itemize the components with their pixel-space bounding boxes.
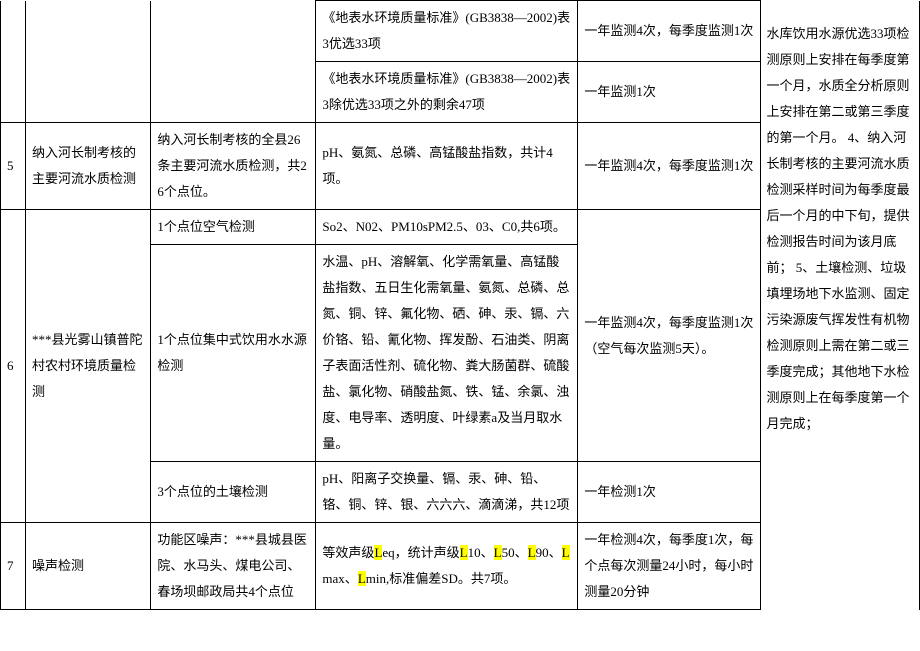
cell-name: 纳入河长制考核的主要河流水质检测 [26,123,151,210]
cell-num [1,1,26,62]
cell-items: So2、N02、PM10sPM2.5、03、C0,共6项。 [316,210,578,245]
monitoring-table: 《地表水环境质量标准》(GB3838—2002)表3优选33项 一年监测4次，每… [0,0,920,610]
cell-points [151,62,316,123]
cell-points: 纳入河长制考核的全县26条主要河流水质检测，共26个点位。 [151,123,316,210]
cell-freq: 一年监测1次 [578,62,760,123]
table-row: 《地表水环境质量标准》(GB3838—2002)表3优选33项 一年监测4次，每… [1,1,920,62]
cell-points: 3个点位的土壤检测 [151,462,316,523]
cell-freq: 一年监测4次，每季度监测1次（空气每次监测5天）。 [578,210,760,462]
cell-points: 1个点位空气检测 [151,210,316,245]
cell-freq: 一年监测4次，每季度监测1次 [578,123,760,210]
cell-items: pH、阳离子交换量、镉、汞、砷、铅、铬、铜、锌、银、六六六、滴滴涕，共12项 [316,462,578,523]
cell-name: ***县光雾山镇普陀村农村环境质量检测 [26,210,151,523]
cell-freq: 一年检测4次，每季度1次，每个点每次测量24小时，每小时测量20分钟 [578,523,760,610]
cell-num: 6 [1,210,26,523]
cell-points: 功能区噪声：***县城县医院、水马头、煤电公司、春场坝邮政局共4个点位 [151,523,316,610]
cell-items: 等效声级Leq，统计声级L10、L50、L90、Lmax、Lmin,标准偏差SD… [316,523,578,610]
cell-items: 《地表水环境质量标准》(GB3838—2002)表3除优选33项之外的剩余47项 [316,62,578,123]
cell-num: 5 [1,123,26,210]
cell-freq: 一年检测1次 [578,462,760,523]
cell-name [26,1,151,62]
cell-items: 水温、pH、溶解氧、化学需氧量、高锰酸盐指数、五日生化需氧量、氨氮、总磷、总氮、… [316,245,578,462]
cell-points [151,1,316,62]
cell-items: pH、氨氮、总磷、高锰酸盐指数，共计4项。 [316,123,578,210]
cell-num: 7 [1,523,26,610]
cell-remarks: 水库饮用水源优选33项检测原则上安排在每季度第一个月，水质全分析原则上安排在第二… [760,1,919,610]
cell-items: 《地表水环境质量标准》(GB3838—2002)表3优选33项 [316,1,578,62]
cell-name [26,62,151,123]
cell-freq: 一年监测4次，每季度监测1次 [578,1,760,62]
cell-points: 1个点位集中式饮用水水源检测 [151,245,316,462]
cell-name: 噪声检测 [26,523,151,610]
cell-num [1,62,26,123]
